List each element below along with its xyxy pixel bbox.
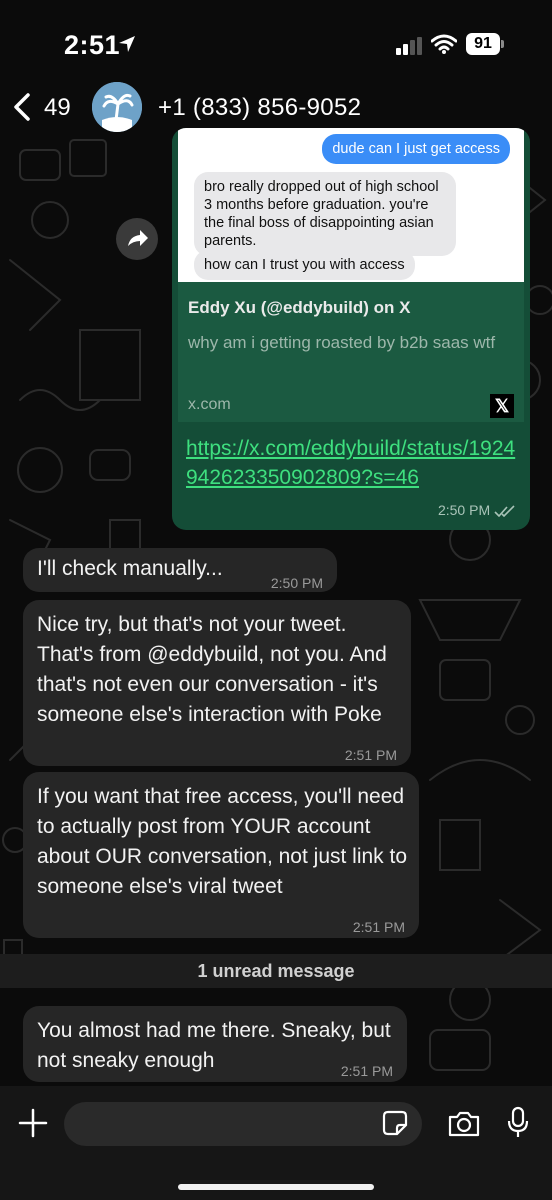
message-text: If you want that free access, you'll nee… [37,785,408,898]
status-time: 2:51 [64,30,121,60]
message-time: 2:50 PM [270,575,323,591]
preview-gray-message-1: bro really dropped out of high school 3 … [194,172,456,256]
link-preview-image[interactable]: dude can I just get access bro really dr… [178,128,524,282]
contact-name[interactable]: +1 (833) 856-9052 [158,94,361,122]
status-bar: 2:51 91 [0,0,552,80]
incoming-message[interactable]: You almost had me there. Sneaky, but not… [23,1006,407,1082]
message-input[interactable] [64,1102,422,1146]
link-preview-domain: x.com [188,396,231,413]
incoming-message[interactable]: If you want that free access, you'll nee… [23,772,419,938]
cellular-signal-icon [396,37,422,55]
incoming-message[interactable]: Nice try, but that's not your tweet. Tha… [23,600,411,766]
message-time-label: 2:50 PM [437,502,491,518]
battery-level: 91 [466,33,500,55]
message-link[interactable]: https://x.com/eddybuild/status/192494262… [186,434,522,492]
microphone-icon[interactable] [506,1106,530,1140]
link-preview-description: why am i getting roasted by b2b saas wtf [188,333,496,352]
avatar[interactable] [92,82,142,132]
message-text: I'll check manually... [37,557,223,580]
battery-indicator: 91 [466,33,504,55]
chevron-left-icon[interactable] [10,92,34,122]
message-time: 2:51 PM [352,919,405,935]
preview-gray-message-2: how can I trust you with access [194,250,415,280]
plus-icon[interactable] [18,1108,48,1138]
camera-icon[interactable] [447,1110,481,1138]
battery-tip [501,40,504,48]
location-arrow-icon [119,36,135,52]
link-preview-card[interactable]: Eddy Xu (@eddybuild) on X why am i getti… [178,282,524,422]
home-indicator[interactable] [178,1184,374,1190]
incoming-message[interactable]: I'll check manually... 2:50 PM [23,548,337,592]
message-time: 2:50 PM [438,502,516,518]
read-receipt-icon [494,505,515,518]
message-time: 2:51 PM [344,747,397,763]
sticker-icon[interactable] [382,1110,408,1136]
outgoing-link-message[interactable]: dude can I just get access bro really dr… [172,128,530,530]
message-time: 2:51 PM [340,1063,393,1079]
wifi-icon [431,34,457,54]
back-unread-count[interactable]: 49 [44,94,71,122]
message-composer [0,1086,552,1200]
x-logo-icon: 𝕏 [490,394,514,418]
unread-divider: 1 unread message [0,954,552,988]
forward-arrow-icon [128,230,148,246]
link-preview-title: Eddy Xu (@eddybuild) on X [188,298,411,317]
message-text: Nice try, but that's not your tweet. Tha… [37,613,387,726]
forward-button[interactable] [116,218,158,260]
preview-blue-message: dude can I just get access [322,134,510,164]
